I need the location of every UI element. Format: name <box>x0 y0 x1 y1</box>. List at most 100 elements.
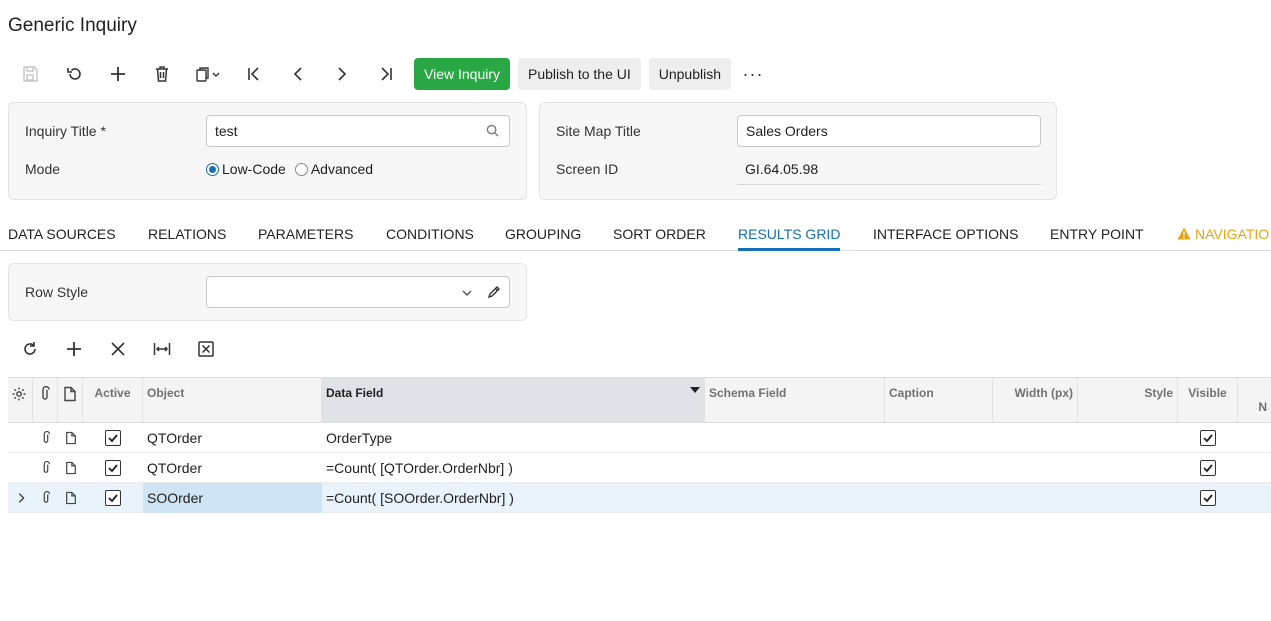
delete-row-icon[interactable] <box>96 333 140 365</box>
delete-icon[interactable] <box>140 58 184 90</box>
mode-label: Mode <box>25 161 61 177</box>
active-checkbox-cell <box>83 423 143 453</box>
edit-pencil-icon[interactable] <box>487 285 501 302</box>
column-header-width[interactable]: Width (px) <box>993 378 1078 422</box>
tab-navigation-label: NAVIGATIO <box>1195 226 1270 242</box>
active-checkbox[interactable] <box>105 490 121 506</box>
table-row[interactable]: QTOrder OrderType <box>8 423 1271 453</box>
tab-data-sources[interactable]: DATA SOURCES <box>8 226 116 251</box>
data-field-cell[interactable]: =Count( [QTOrder.OrderNbr] ) <box>322 453 705 483</box>
tab-parameters[interactable]: PARAMETERS <box>258 226 353 251</box>
object-cell[interactable]: QTOrder <box>143 423 322 453</box>
tab-entry-point[interactable]: ENTRY POINT <box>1050 226 1144 251</box>
visible-checkbox[interactable] <box>1200 490 1216 506</box>
first-record-icon[interactable] <box>232 58 276 90</box>
search-icon[interactable] <box>486 124 499 140</box>
data-field-header-label: Data Field <box>326 386 384 400</box>
attachments-header <box>33 378 58 422</box>
column-header-caption[interactable]: Caption <box>885 378 993 422</box>
next-record-icon[interactable] <box>320 58 364 90</box>
paperclip-icon[interactable] <box>36 453 56 483</box>
site-map-panel: Site Map Title Sales Orders Screen ID GI… <box>539 102 1057 200</box>
mode-radio-group: Low-Code Advanced <box>206 161 373 177</box>
column-header-visible[interactable]: Visible <box>1178 378 1238 422</box>
active-checkbox-cell <box>83 453 143 483</box>
data-field-cell[interactable]: =Count( [SOOrder.OrderNbr] ) <box>322 483 705 513</box>
add-row-icon[interactable] <box>52 333 96 365</box>
view-inquiry-button[interactable]: View Inquiry <box>414 58 511 90</box>
data-field-cell[interactable]: OrderType <box>322 423 705 453</box>
more-actions-icon[interactable]: ··· <box>739 58 767 90</box>
gear-icon[interactable] <box>11 386 27 402</box>
export-excel-icon[interactable] <box>184 333 228 365</box>
column-header-object[interactable]: Object <box>143 378 322 422</box>
column-header-style[interactable]: Style <box>1078 378 1178 422</box>
note-icon[interactable] <box>61 423 81 453</box>
grid-header: Active Object Data Field Schema Field Ca… <box>8 377 1271 423</box>
visible-checkbox[interactable] <box>1200 430 1216 446</box>
note-icon[interactable] <box>61 483 81 513</box>
tab-conditions[interactable]: CONDITIONS <box>386 226 474 251</box>
row-style-label: Row Style <box>25 284 89 300</box>
paperclip-icon <box>42 385 50 400</box>
mode-advanced-radio[interactable] <box>294 162 308 176</box>
inquiry-title-field[interactable]: test <box>206 115 510 147</box>
mode-advanced-label[interactable]: Advanced <box>311 161 373 177</box>
visible-checkbox-cell <box>1178 423 1238 453</box>
tab-grouping[interactable]: GROUPING <box>505 226 581 251</box>
active-checkbox-cell <box>83 483 143 513</box>
inquiry-title-value: test <box>215 123 238 139</box>
column-header-data-field[interactable]: Data Field <box>322 378 705 422</box>
active-checkbox[interactable] <box>105 430 121 446</box>
object-cell[interactable]: SOOrder <box>143 483 322 513</box>
row-style-select[interactable] <box>206 276 510 308</box>
chevron-down-icon[interactable] <box>461 286 473 302</box>
column-header-next[interactable]: N <box>1238 378 1271 422</box>
column-header-active[interactable]: Active <box>83 378 143 422</box>
site-map-title-label: Site Map Title <box>556 123 641 139</box>
tab-navigation[interactable]: NAVIGATIO <box>1177 226 1269 251</box>
tab-bar: DATA SOURCES RELATIONS PARAMETERS CONDIT… <box>0 220 1271 251</box>
page-title: Generic Inquiry <box>8 15 137 36</box>
add-icon[interactable] <box>96 58 140 90</box>
column-header-schema-field[interactable]: Schema Field <box>705 378 885 422</box>
visible-checkbox[interactable] <box>1200 460 1216 476</box>
inquiry-title-label: Inquiry Title * <box>25 123 106 139</box>
inquiry-summary-panel: Inquiry Title * test Mode Low-Code Advan… <box>8 102 527 200</box>
sort-desc-icon[interactable] <box>690 387 700 393</box>
visible-checkbox-cell <box>1178 453 1238 483</box>
tab-results-grid[interactable]: RESULTS GRID <box>738 226 841 251</box>
note-icon <box>64 386 76 402</box>
screen-id-value: GI.64.05.98 <box>737 153 1041 185</box>
grid-toolbar <box>8 333 228 365</box>
results-grid: Active Object Data Field Schema Field Ca… <box>8 377 1271 513</box>
copy-paste-icon[interactable] <box>184 58 232 90</box>
unpublish-button[interactable]: Unpublish <box>648 58 732 90</box>
table-row[interactable]: QTOrder =Count( [QTOrder.OrderNbr] ) <box>8 453 1271 483</box>
row-style-panel: Row Style <box>8 263 527 321</box>
table-row[interactable]: SOOrder =Count( [SOOrder.OrderNbr] ) <box>8 483 1271 513</box>
visible-checkbox-cell <box>1178 483 1238 513</box>
note-icon[interactable] <box>61 453 81 483</box>
site-map-title-field[interactable]: Sales Orders <box>737 115 1041 147</box>
last-record-icon[interactable] <box>364 58 408 90</box>
refresh-icon[interactable] <box>8 333 52 365</box>
undo-icon[interactable] <box>52 58 96 90</box>
site-map-title-value: Sales Orders <box>746 123 828 139</box>
tab-interface-options[interactable]: INTERFACE OPTIONS <box>873 226 1018 251</box>
warning-icon <box>1177 227 1191 240</box>
previous-record-icon[interactable] <box>276 58 320 90</box>
active-checkbox[interactable] <box>105 460 121 476</box>
publish-button[interactable]: Publish to the UI <box>518 58 641 90</box>
chevron-right-icon[interactable] <box>11 483 31 513</box>
fit-columns-icon[interactable] <box>140 333 184 365</box>
tab-sort-order[interactable]: SORT ORDER <box>613 226 706 251</box>
grid-settings-header[interactable] <box>8 378 33 422</box>
object-cell[interactable]: QTOrder <box>143 453 322 483</box>
save-icon[interactable] <box>8 58 52 90</box>
paperclip-icon[interactable] <box>36 423 56 453</box>
mode-low-code-label[interactable]: Low-Code <box>222 161 286 177</box>
tab-relations[interactable]: RELATIONS <box>148 226 226 251</box>
paperclip-icon[interactable] <box>36 483 56 513</box>
mode-low-code-radio[interactable] <box>206 162 219 176</box>
